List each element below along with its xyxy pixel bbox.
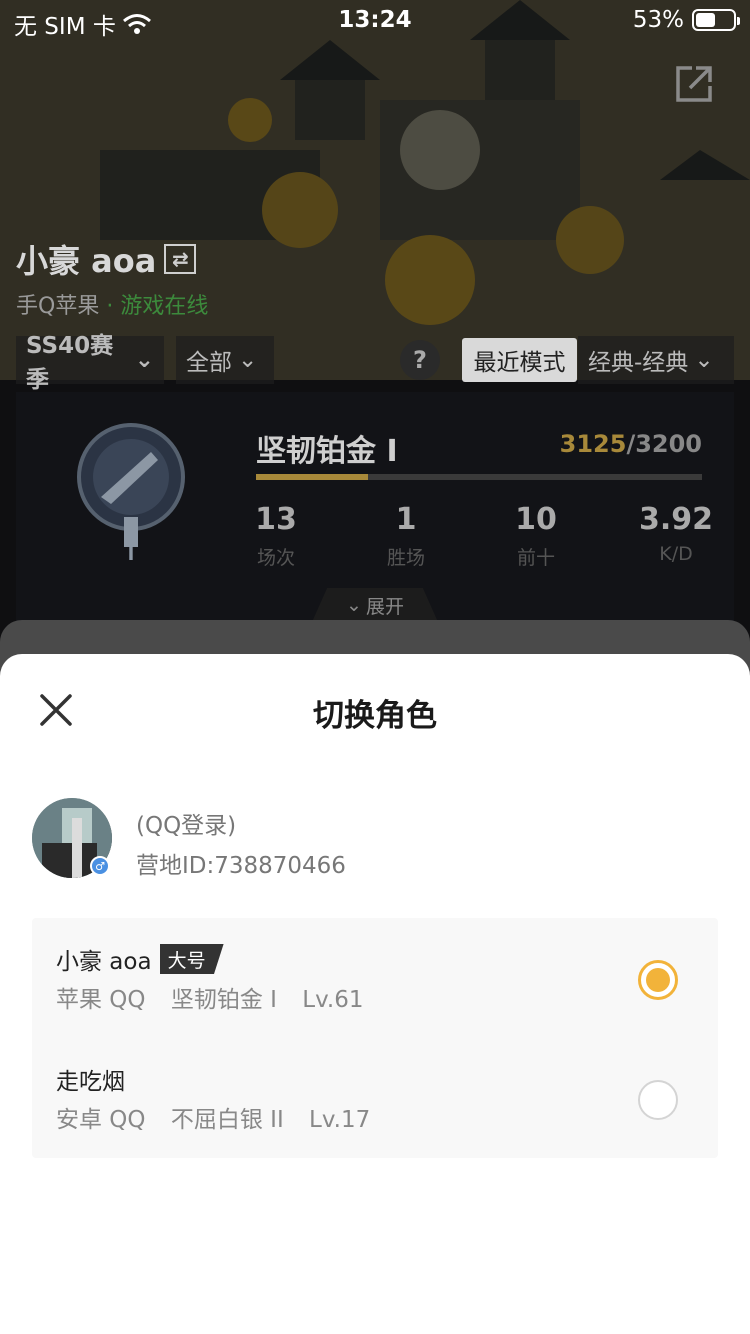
rank-progress-bar xyxy=(256,474,702,480)
role-radio-selected[interactable] xyxy=(638,960,678,1000)
role-name: 小豪 aoa 大号 xyxy=(56,942,224,976)
player-platform: 手Q苹果 · 游戏在线 xyxy=(16,288,208,320)
stat-value: 13 xyxy=(255,502,297,537)
role-item[interactable]: 走吃烟 安卓 QQ 不屈白银 II Lv.17 xyxy=(32,1038,718,1158)
stat-label: K/D xyxy=(659,543,693,565)
role-platform: 苹果 QQ xyxy=(56,987,146,1013)
rank-points-total: /3200 xyxy=(626,430,702,458)
rank-title: 坚韧铂金 I xyxy=(256,434,398,469)
role-level: Lv.17 xyxy=(309,1107,371,1133)
chevron-down-icon: ⌄ xyxy=(346,594,362,616)
season-label: SS40赛季 xyxy=(26,333,114,393)
battery-indicator: 53% xyxy=(632,7,740,33)
role-item[interactable]: 小豪 aoa 大号 苹果 QQ 坚韧铂金 I Lv.61 xyxy=(32,918,718,1038)
player-name: 小豪 aoa ⇄ xyxy=(16,236,197,282)
stat-kd: 3.92 K/D xyxy=(636,502,716,565)
sheet-title: 切换角色 xyxy=(313,698,437,734)
mode-dropdown[interactable]: 经典-经典 ⌄ xyxy=(578,336,734,384)
help-icon[interactable]: ? xyxy=(400,340,440,380)
stat-top-ten: 10 前十 xyxy=(504,502,568,570)
stat-label: 胜场 xyxy=(386,547,425,569)
rank-points-current: 3125 xyxy=(559,430,627,458)
status-bar: 无 SIM 卡 13:24 53% xyxy=(0,0,750,40)
login-type: (QQ登录) xyxy=(136,813,237,839)
role-name: 走吃烟 xyxy=(56,1062,125,1096)
male-icon: ♂ xyxy=(90,856,110,876)
role-rank: 坚韧铂金 I xyxy=(170,987,277,1013)
recent-mode-button[interactable]: 最近模式 xyxy=(462,338,577,382)
stat-value: 10 xyxy=(515,502,557,537)
battery-icon xyxy=(692,9,740,31)
rank-emblem-label: I xyxy=(128,544,135,562)
mode-label: 经典-经典 xyxy=(588,350,689,376)
rank-emblem-icon: I xyxy=(77,423,185,562)
role-name-text: 小豪 aoa xyxy=(56,949,152,975)
platform-label: 手Q苹果 xyxy=(16,294,100,319)
rank-progress-fill xyxy=(256,474,368,480)
switch-role-icon[interactable]: ⇄ xyxy=(164,244,197,274)
camp-id: 营地ID:738870466 xyxy=(136,853,346,879)
role-radio[interactable] xyxy=(638,1080,678,1120)
role-list: 小豪 aoa 大号 苹果 QQ 坚韧铂金 I Lv.61 走吃烟 安卓 QQ 不… xyxy=(32,918,718,1158)
main-account-badge: 大号 xyxy=(159,944,224,974)
stat-value: 3.92 xyxy=(638,502,714,537)
role-name-text: 走吃烟 xyxy=(56,1069,125,1095)
battery-fill xyxy=(696,13,716,27)
online-status: · 游戏在线 xyxy=(106,294,209,319)
role-info: 安卓 QQ 不屈白银 II Lv.17 xyxy=(56,1100,388,1134)
scope-label: 全部 xyxy=(186,350,232,376)
account-info: ♂ (QQ登录) 营地ID:738870466 xyxy=(32,798,712,880)
role-rank: 不屈白银 II xyxy=(170,1107,284,1133)
stat-matches: 13 场次 xyxy=(244,502,308,570)
scope-dropdown[interactable]: 全部 ⌄ xyxy=(176,336,274,384)
stat-value: 1 xyxy=(395,502,417,537)
rank-card: I 坚韧铂金 I 3125/3200 13 场次 1 胜场 10 前十 3.92… xyxy=(16,392,734,622)
chevron-down-icon: ⌄ xyxy=(134,347,154,373)
stat-label: 前十 xyxy=(516,547,555,569)
role-platform: 安卓 QQ xyxy=(56,1107,146,1133)
battery-percent: 53% xyxy=(632,7,684,33)
share-icon[interactable] xyxy=(672,62,716,106)
switch-role-sheet: 切换角色 ♂ (QQ登录) 营地ID:738870466 小豪 aoa 大号 苹… xyxy=(0,654,750,1334)
rank-points: 3125/3200 xyxy=(560,430,702,458)
chevron-down-icon: ⌄ xyxy=(694,347,714,373)
role-info: 苹果 QQ 坚韧铂金 I Lv.61 xyxy=(56,980,381,1014)
role-level: Lv.61 xyxy=(302,987,364,1013)
season-dropdown[interactable]: SS40赛季 ⌄ xyxy=(16,333,164,393)
expand-label: 展开 xyxy=(365,595,404,618)
stat-label: 场次 xyxy=(256,547,295,569)
stat-wins: 1 胜场 xyxy=(374,502,438,570)
expand-button[interactable]: ⌄ 展开 xyxy=(312,588,438,622)
chevron-down-icon: ⌄ xyxy=(238,347,258,373)
player-name-text: 小豪 aoa xyxy=(16,242,157,280)
